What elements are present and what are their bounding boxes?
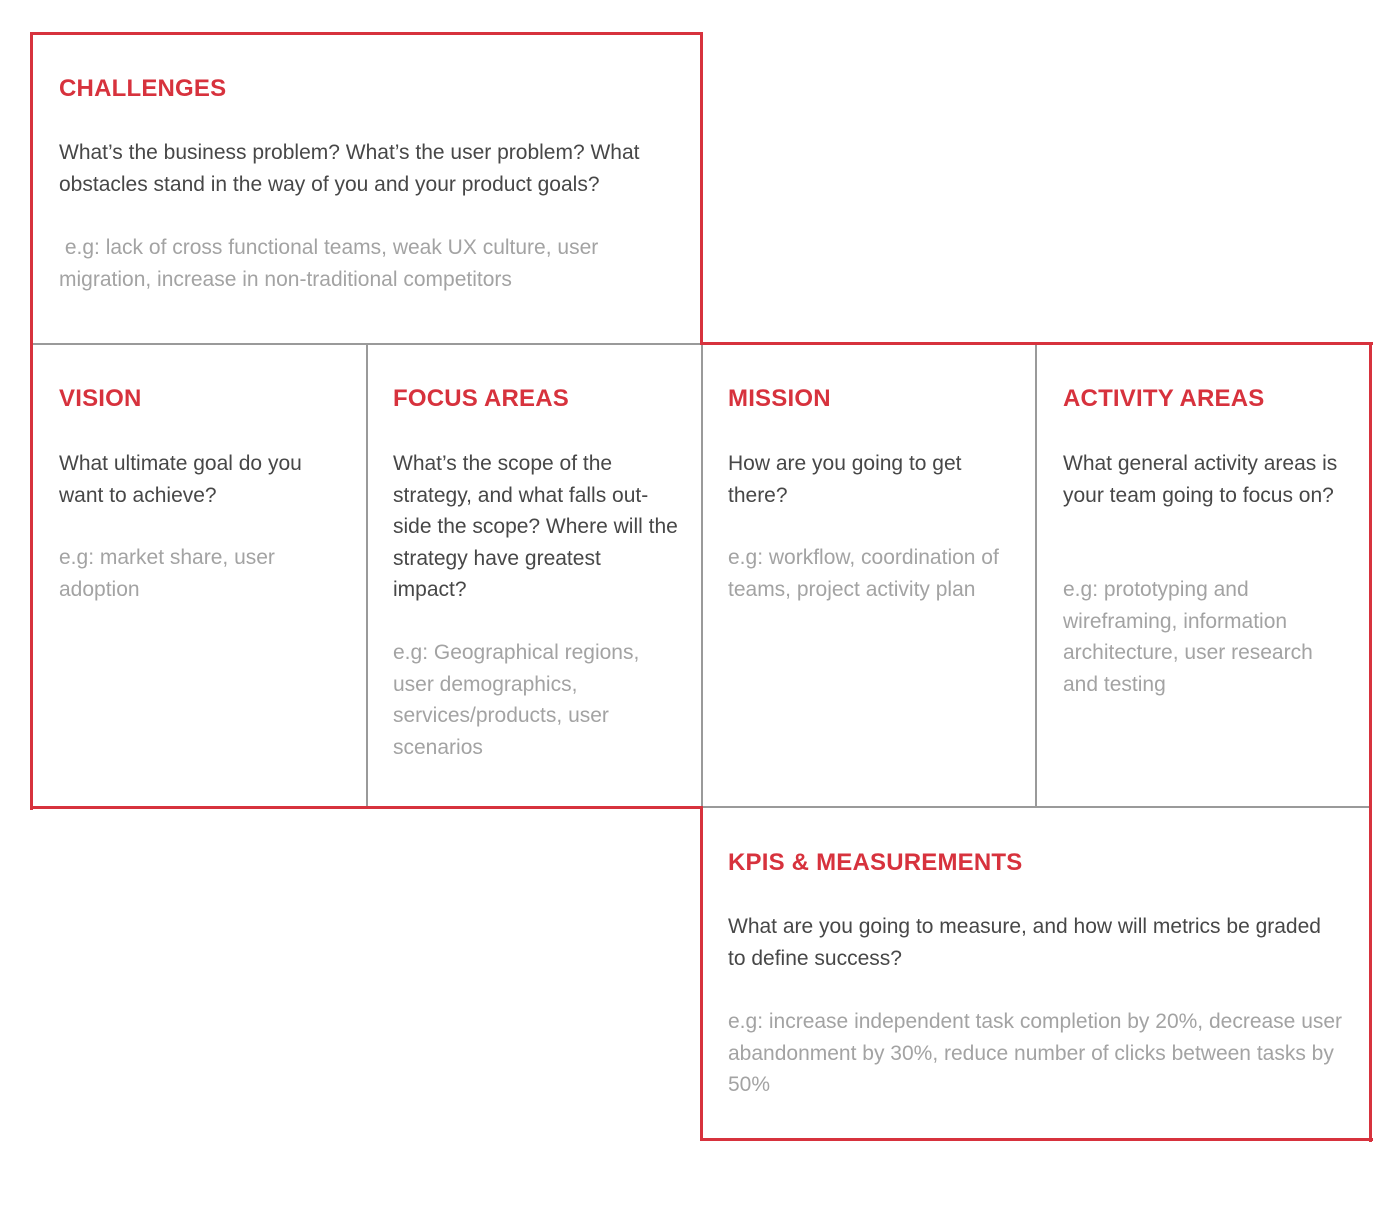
focus-areas-question: What’s the scope of the strategy, and wh… xyxy=(393,452,678,601)
outline-right-bottom xyxy=(700,1138,1373,1141)
kpis-question: What are you going to measure, and how w… xyxy=(728,915,1321,970)
section-mission: MISSION How are you going to get there? … xyxy=(703,345,1035,806)
focus-areas-title: FOCUS AREAS xyxy=(393,385,569,412)
mission-example: e.g: workflow, coordination of teams, pr… xyxy=(728,546,999,601)
vision-title: VISION xyxy=(59,385,142,412)
outline-left-bottom xyxy=(30,806,703,809)
activity-areas-question: What general activity areas is your team… xyxy=(1063,452,1338,507)
kpis-example: e.g: increase independent task completio… xyxy=(728,1010,1343,1096)
activity-areas-example: e.g: prototyping and wireframing, inform… xyxy=(1063,578,1313,696)
section-activity-areas: ACTIVITY AREAS What general activity are… xyxy=(1037,345,1369,806)
challenges-example: e.g: lack of cross functional teams, wea… xyxy=(59,236,605,291)
kpis-title: KPIS & MEASUREMENTS xyxy=(728,849,1023,876)
challenges-question: What’s the business problem? What’s the … xyxy=(59,141,640,196)
section-kpis: KPIS & MEASUREMENTS What are you going t… xyxy=(703,808,1369,1138)
section-challenges: CHALLENGES What’s the business problem? … xyxy=(33,35,701,343)
outline-right-right xyxy=(1369,342,1372,1142)
mission-question: How are you going to get there? xyxy=(728,452,962,507)
strategy-canvas: CHALLENGES What’s the business problem? … xyxy=(0,0,1400,1213)
section-vision: VISION What ultimate goal do you want to… xyxy=(33,345,366,806)
activity-areas-title: ACTIVITY AREAS xyxy=(1063,385,1265,412)
focus-areas-example: e.g: Geographical regions, user demograp… xyxy=(393,641,640,759)
mission-title: MISSION xyxy=(728,385,831,412)
vision-example: e.g: market share, user adoption xyxy=(59,546,275,601)
challenges-title: CHALLENGES xyxy=(59,75,227,102)
vision-question: What ultimate goal do you want to achiev… xyxy=(59,452,302,507)
section-focus-areas: FOCUS AREAS What’s the scope of the stra… xyxy=(368,345,701,806)
